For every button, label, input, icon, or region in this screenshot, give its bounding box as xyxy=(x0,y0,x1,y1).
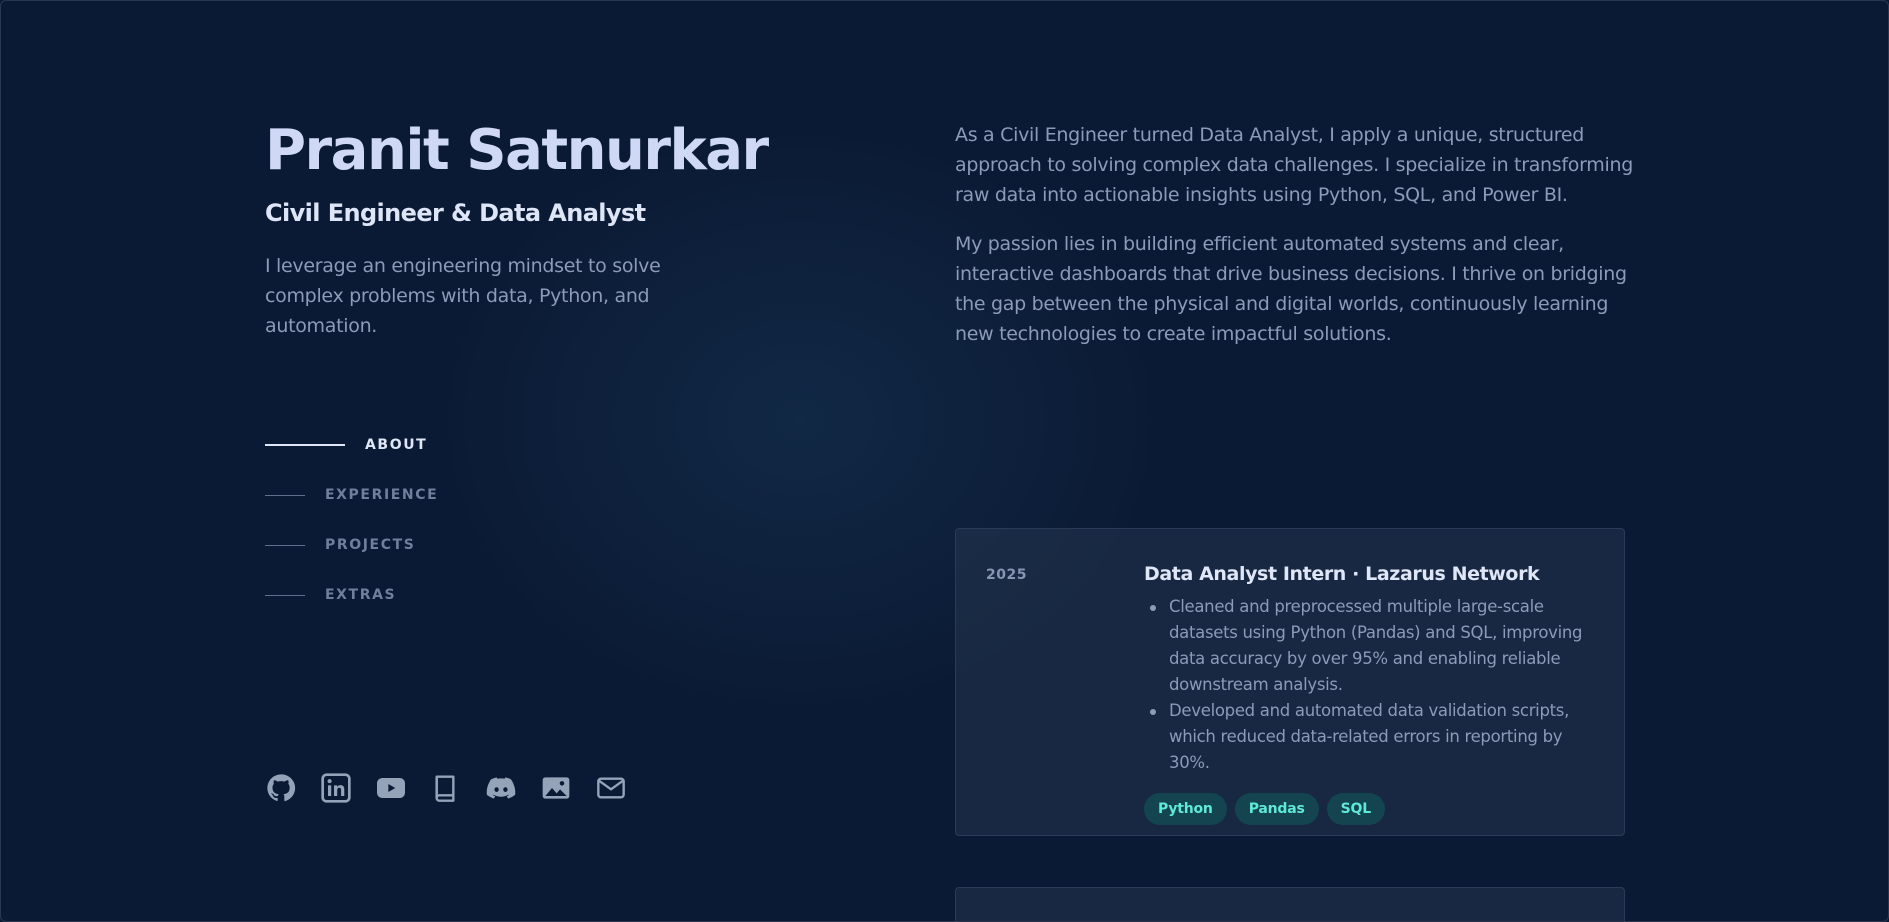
experience-details: Data Analyst Intern · Lazarus Network Cl… xyxy=(1144,563,1604,825)
experience-title[interactable]: Data Analyst Intern · Lazarus Network xyxy=(1144,563,1604,585)
section-nav: ABOUT EXPERIENCE PROJECTS EXTRAS xyxy=(265,430,438,630)
experience-period: 2025 xyxy=(986,567,1027,583)
tech-tag: Python xyxy=(1144,793,1227,825)
experience-card-next[interactable] xyxy=(955,887,1625,922)
nav-indicator-line xyxy=(265,544,305,546)
tech-tag: Pandas xyxy=(1234,793,1319,825)
experience-card[interactable]: 2025 Data Analyst Intern · Lazarus Netwo… xyxy=(955,528,1625,836)
nav-indicator-line xyxy=(265,494,305,496)
github-icon[interactable] xyxy=(265,772,297,804)
nav-item-label: PROJECTS xyxy=(325,537,416,553)
youtube-icon[interactable] xyxy=(375,772,407,804)
tech-tag: SQL xyxy=(1326,793,1385,825)
nav-item-label: EXTRAS xyxy=(325,587,397,603)
profile-name: Pranit Satnurkar xyxy=(265,118,769,183)
nav-item-label: EXPERIENCE xyxy=(325,487,439,503)
portfolio-page: Pranit Satnurkar Civil Engineer & Data A… xyxy=(0,0,1889,922)
nav-item-label: ABOUT xyxy=(365,437,428,453)
nav-item-experience[interactable]: EXPERIENCE xyxy=(265,480,438,510)
nav-indicator-line xyxy=(265,594,305,596)
list-item: Developed and automated data validation … xyxy=(1150,698,1604,776)
mail-icon[interactable] xyxy=(595,772,627,804)
nav-indicator-line xyxy=(265,444,345,446)
experience-bullets: Cleaned and preprocessed multiple large-… xyxy=(1144,594,1604,776)
profile-role: Civil Engineer & Data Analyst xyxy=(265,199,646,227)
discord-icon[interactable] xyxy=(485,772,517,804)
book-icon[interactable] xyxy=(430,772,462,804)
about-paragraph: My passion lies in building efficient au… xyxy=(955,233,1627,345)
about-section: As a Civil Engineer turned Data Analyst,… xyxy=(955,120,1645,368)
tech-tags: Python Pandas SQL xyxy=(1144,793,1604,825)
nav-item-about[interactable]: ABOUT xyxy=(265,430,438,460)
nav-item-extras[interactable]: EXTRAS xyxy=(265,580,438,610)
profile-tagline: I leverage an engineering mindset to sol… xyxy=(265,255,661,337)
linkedin-icon[interactable] xyxy=(320,772,352,804)
image-icon[interactable] xyxy=(540,772,572,804)
nav-item-projects[interactable]: PROJECTS xyxy=(265,530,438,560)
about-paragraph: As a Civil Engineer turned Data Analyst,… xyxy=(955,124,1633,206)
list-item: Cleaned and preprocessed multiple large-… xyxy=(1150,594,1604,698)
social-links xyxy=(265,772,627,804)
